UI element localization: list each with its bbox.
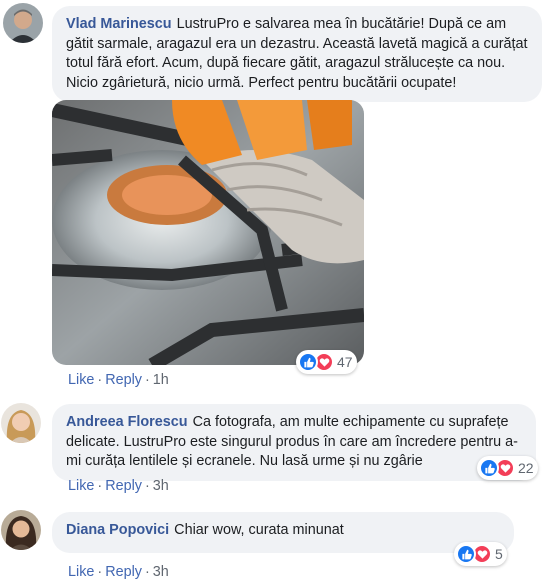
reaction-count: 5 [495, 546, 503, 562]
avatar[interactable] [3, 3, 43, 43]
like-link[interactable]: Like [68, 372, 94, 388]
comment-author[interactable]: Andreea Florescu [66, 414, 188, 430]
comment-actions: Like · Reply · 1h [68, 372, 169, 388]
like-icon [479, 458, 499, 478]
comment-bubble: Andreea Florescu Ca fotografa, am multe e… [52, 404, 536, 481]
like-link[interactable]: Like [68, 564, 94, 580]
gas-stove-cleaning-photo [52, 100, 364, 365]
comment-time[interactable]: 1h [153, 372, 169, 388]
like-link[interactable]: Like [68, 478, 94, 494]
reply-link[interactable]: Reply [105, 564, 142, 580]
reaction-summary[interactable]: 22 [477, 456, 538, 480]
comment-author[interactable]: Diana Popovici [66, 522, 169, 538]
avatar[interactable] [1, 510, 41, 550]
comment-bubble: Vlad Marinescu LustruPro e salvarea mea î… [52, 6, 542, 102]
reaction-summary[interactable]: 5 [454, 542, 507, 566]
like-icon [456, 544, 476, 564]
comment-time[interactable]: 3h [153, 478, 169, 494]
comment-actions: Like · Reply · 3h [68, 564, 169, 580]
reaction-count: 22 [518, 460, 534, 476]
reaction-count: 47 [337, 354, 353, 370]
comment-time[interactable]: 3h [153, 564, 169, 580]
reaction-summary[interactable]: 47 [296, 350, 357, 374]
comment-photo[interactable] [52, 100, 364, 365]
comment-bubble: Diana Popovici Chiar wow, curata minunat [52, 512, 514, 553]
reply-link[interactable]: Reply [105, 478, 142, 494]
reply-link[interactable]: Reply [105, 372, 142, 388]
avatar[interactable] [1, 403, 41, 443]
like-icon [298, 352, 318, 372]
comment-actions: Like · Reply · 3h [68, 478, 169, 494]
comment-text: Chiar wow, curata minunat [174, 522, 344, 538]
comment-author[interactable]: Vlad Marinescu [66, 16, 172, 32]
